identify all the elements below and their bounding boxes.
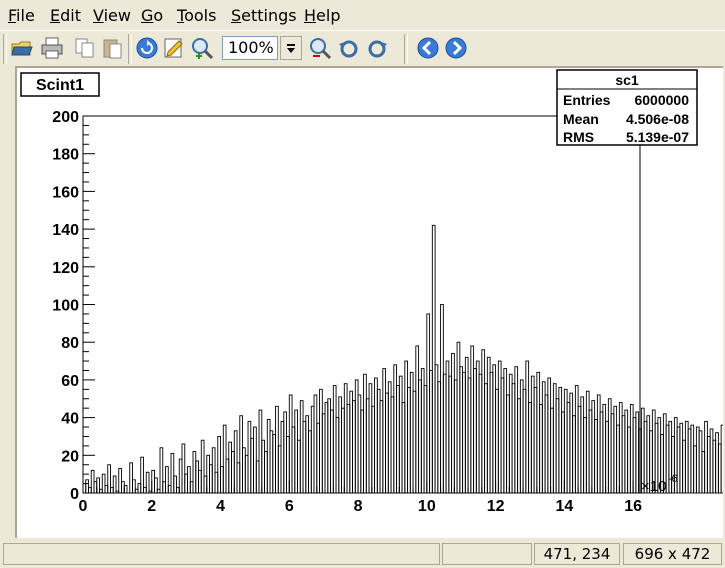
menu-bar: File Edit View Go Tools Settings Help — [0, 0, 725, 30]
menu-label: ools — [184, 6, 217, 25]
reload-icon[interactable] — [135, 36, 159, 60]
y-tick-label: 200 — [52, 109, 79, 126]
forward-icon[interactable] — [444, 36, 468, 60]
menu-help[interactable]: Help — [304, 6, 340, 25]
x-tick-label: 14 — [555, 498, 573, 515]
y-tick-label: 80 — [61, 335, 79, 352]
stats-box: sc1 Entries 6000000 Mean 4.506e-08 RMS 5… — [556, 69, 698, 146]
toolbar-grip — [3, 34, 7, 64]
zoom-level-input[interactable]: 100% — [222, 36, 278, 60]
menu-settings[interactable]: Settings — [231, 6, 297, 25]
y-tick-label: 60 — [61, 373, 79, 390]
menu-accelerator: E — [50, 6, 61, 25]
menu-accelerator: V — [93, 6, 104, 25]
zoom-out-icon[interactable] — [308, 36, 332, 60]
y-tick-label: 180 — [52, 147, 79, 164]
status-message — [3, 543, 440, 565]
y-tick-label: 40 — [61, 411, 79, 428]
x-tick-label: 6 — [285, 498, 294, 515]
histogram-bin — [145, 471, 150, 494]
menu-accelerator: F — [8, 6, 17, 25]
status-canvas-size: 696 x 472 — [623, 543, 722, 565]
menu-view[interactable]: View — [93, 6, 131, 25]
status-bar: 471, 234 696 x 472 — [0, 541, 725, 568]
menu-label: ile — [16, 6, 35, 25]
menu-edit[interactable]: Edit — [50, 6, 81, 25]
menu-tools[interactable]: Tools — [177, 6, 216, 25]
zoom-dropdown-button[interactable] — [280, 36, 302, 60]
menu-label: elp — [316, 6, 341, 25]
zoom-in-icon[interactable] — [190, 36, 214, 60]
menu-label: ettings — [241, 6, 297, 25]
edit-icon[interactable] — [162, 36, 186, 60]
stats-label: Mean — [563, 111, 599, 127]
menu-accelerator: G — [141, 6, 154, 25]
histogram-title: Scint1 — [36, 77, 84, 94]
x-tick-label: 10 — [418, 498, 436, 515]
stats-value: 6000000 — [634, 92, 689, 108]
x-exponent-label: ×10 — [641, 478, 666, 495]
y-tick-label: 100 — [52, 298, 79, 315]
menu-accelerator: H — [304, 6, 317, 25]
x-tick-label: 16 — [624, 498, 642, 515]
stats-label: Entries — [563, 92, 611, 108]
x-tick-label: 2 — [147, 498, 156, 515]
rotate-left-icon[interactable] — [337, 36, 361, 60]
back-icon[interactable] — [416, 36, 440, 60]
status-info — [442, 543, 532, 565]
toolbar: 100% — [0, 30, 725, 67]
canvas-frame: Scint1 0 20 40 60 80 100 120 140 160 180 200 0 2 4 6 8 1… — [15, 66, 725, 538]
histogram-plot[interactable]: Scint1 0204060801001201401601802000 2 4 6 8 1… — [17, 68, 725, 538]
paste-icon[interactable] — [101, 36, 125, 60]
menu-label: dit — [60, 6, 81, 25]
stats-label: RMS — [563, 129, 594, 145]
histogram-bin — [112, 475, 117, 494]
toolbar-separator — [404, 34, 408, 64]
rotate-right-icon[interactable] — [365, 36, 389, 60]
histogram-bars — [82, 224, 725, 494]
open-icon[interactable] — [10, 36, 34, 60]
x-tick-label: 8 — [354, 498, 363, 515]
y-tick-label: 20 — [61, 448, 79, 465]
print-icon[interactable] — [40, 36, 64, 60]
y-tick-label: 120 — [52, 260, 79, 277]
x-tick-label: 0 — [79, 498, 88, 515]
copy-icon[interactable] — [73, 36, 97, 60]
x-exponent-sup: -6 — [668, 473, 678, 485]
menu-accelerator: S — [231, 6, 242, 25]
menu-go[interactable]: Go — [141, 6, 163, 25]
x-tick-label: 4 — [216, 498, 225, 515]
histogram-bin — [720, 424, 725, 494]
y-tick-label: 140 — [52, 222, 79, 239]
x-tick-label: 12 — [487, 498, 505, 515]
menu-label: iew — [103, 6, 131, 25]
menu-accelerator: T — [177, 6, 185, 25]
y-tick-label: 160 — [52, 184, 79, 201]
toolbar-separator — [128, 34, 132, 64]
stats-value: 5.139e-07 — [626, 129, 689, 145]
status-coords: 471, 234 — [534, 543, 620, 565]
stats-name: sc1 — [615, 72, 639, 88]
histogram-canvas[interactable]: Scint1 0 20 40 60 80 100 120 140 160 180 200 0 2 4 6 8 1… — [17, 68, 725, 538]
menu-file[interactable]: File — [8, 6, 35, 25]
stats-value: 4.506e-08 — [626, 111, 689, 127]
menu-label: o — [153, 6, 164, 25]
